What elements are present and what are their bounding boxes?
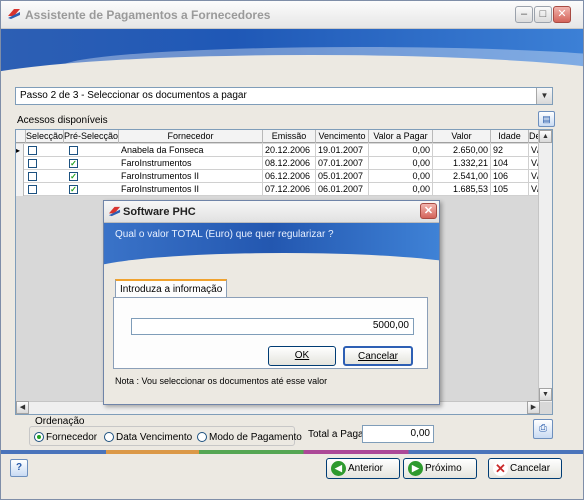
next-button[interactable]: ▶ Próximo: [403, 458, 477, 479]
cell-valor: 1.685,53: [433, 183, 491, 196]
row-selector[interactable]: [16, 183, 24, 196]
help-button[interactable]: ?: [10, 459, 28, 477]
scroll-left-icon[interactable]: ◀: [16, 401, 29, 414]
col-header-idade[interactable]: Idade: [491, 130, 529, 143]
section-label: Acessos disponíveis: [17, 115, 108, 126]
cell-emissao: 20.12.2006: [263, 144, 316, 157]
row-selector[interactable]: [16, 170, 24, 183]
selecao-checkbox[interactable]: [28, 172, 37, 181]
cell-vencimento: 07.01.2007: [316, 157, 369, 170]
selecao-checkbox[interactable]: [28, 146, 37, 155]
print-icon[interactable]: ⎙: [533, 419, 553, 439]
total-field[interactable]: 0,00: [362, 425, 434, 443]
dialog-cancel-button[interactable]: Cancelar: [343, 346, 413, 366]
step-dropdown[interactable]: Passo 2 de 3 - Seleccionar os documentos…: [15, 87, 553, 105]
table-row[interactable]: ▸ Anabela da Fonseca 20.12.2006 19.01.2007 0…: [16, 144, 552, 157]
tab-introduza-informacao[interactable]: Introduza a informação: [115, 279, 228, 298]
selecao-checkbox[interactable]: [28, 185, 37, 194]
cell-valor-a-pagar: 0,00: [369, 170, 433, 183]
col-header-valor[interactable]: Valor: [433, 130, 491, 143]
dialog-title-bar: Software PHC ✕: [104, 201, 439, 223]
cell-idade: 92: [491, 144, 529, 157]
cell-vencimento: 06.01.2007: [316, 183, 369, 196]
title-bar: Assistente de Pagamentos a Fornecedores …: [1, 1, 583, 29]
chevron-down-icon[interactable]: ▼: [536, 88, 552, 104]
footer-stripe: [1, 450, 583, 454]
pre-selecao-checkbox[interactable]: ✓: [69, 159, 78, 168]
cell-valor-a-pagar: 0,00: [369, 183, 433, 196]
grid-options-icon[interactable]: ▤: [538, 111, 555, 127]
vertical-scrollbar[interactable]: ▲ ▼: [538, 130, 552, 402]
cell-vencimento: 05.01.2007: [316, 170, 369, 183]
pre-selecao-checkbox[interactable]: [69, 146, 78, 155]
radio-icon: [197, 432, 207, 442]
cell-emissao: 08.12.2006: [263, 157, 316, 170]
scroll-right-icon[interactable]: ▶: [527, 401, 540, 414]
amount-input[interactable]: 5000,00: [131, 318, 414, 335]
window-title: Assistente de Pagamentos a Fornecedores: [25, 8, 271, 22]
cell-vencimento: 19.01.2007: [316, 144, 369, 157]
cell-idade: 106: [491, 170, 529, 183]
col-header-pre-selecao[interactable]: Pré-Selecção: [64, 130, 119, 143]
radio-icon: [104, 432, 114, 442]
cell-emissao: 07.12.2006: [263, 183, 316, 196]
radio-data-vencimento[interactable]: Data Vencimento: [104, 432, 192, 443]
close-button[interactable]: ✕: [553, 6, 571, 23]
col-header-selecao[interactable]: Selecção: [26, 130, 64, 143]
col-header-fornecedor[interactable]: Fornecedor: [119, 130, 263, 143]
table-row[interactable]: ✓ FaroInstrumentos 08.12.2006 07.01.2007 0,0…: [16, 157, 552, 170]
selecao-checkbox[interactable]: [28, 159, 37, 168]
minimize-button[interactable]: –: [515, 6, 533, 23]
table-row[interactable]: ✓ FaroInstrumentos II 07.12.2006 06.01.2007…: [16, 183, 552, 196]
x-icon: ✕: [493, 461, 508, 476]
dialog-title: Software PHC: [123, 206, 196, 218]
phc-logo-icon: [108, 206, 121, 217]
col-header-vencimento[interactable]: Vencimento: [316, 130, 369, 143]
cell-idade: 104: [491, 157, 529, 170]
radio-modo-pagamento[interactable]: Modo de Pagamento: [197, 432, 302, 443]
dialog-note: Nota : Vou seleccionar os documentos até…: [115, 376, 328, 386]
maximize-button[interactable]: □: [534, 6, 552, 23]
arrow-left-icon: ◀: [331, 461, 346, 476]
dialog-question: Qual o valor TOTAL (Euro) que quer regul…: [115, 229, 334, 240]
cell-valor: 2.541,00: [433, 170, 491, 183]
cell-valor: 1.332,21: [433, 157, 491, 170]
cell-fornecedor: FaroInstrumentos II: [119, 170, 263, 183]
dialog-close-button[interactable]: ✕: [420, 203, 437, 219]
arrow-right-icon: ▶: [408, 461, 423, 476]
cell-idade: 105: [491, 183, 529, 196]
total-label: Total a Pagar: [308, 429, 367, 440]
radio-fornecedor[interactable]: Fornecedor: [34, 432, 97, 443]
scroll-down-icon[interactable]: ▼: [539, 388, 552, 401]
ordering-group: Fornecedor Data Vencimento Modo de Pagam…: [29, 426, 302, 446]
scroll-up-icon[interactable]: ▲: [539, 130, 552, 143]
cell-emissao: 06.12.2006: [263, 170, 316, 183]
previous-button[interactable]: ◀ Anterior: [326, 458, 400, 479]
cell-valor: 2.650,00: [433, 144, 491, 157]
cell-valor-a-pagar: 0,00: [369, 144, 433, 157]
cell-fornecedor: FaroInstrumentos: [119, 157, 263, 170]
dialog-banner: Qual o valor TOTAL (Euro) que quer regul…: [104, 223, 439, 273]
header-banner: [1, 29, 583, 77]
step-dropdown-value: Passo 2 de 3 - Seleccionar os documentos…: [20, 90, 247, 101]
pre-selecao-checkbox[interactable]: ✓: [69, 172, 78, 181]
ok-button[interactable]: OK: [268, 346, 336, 366]
row-selector[interactable]: ▸: [16, 144, 24, 157]
table-row[interactable]: ✓ FaroInstrumentos II 06.12.2006 05.01.2007…: [16, 170, 552, 183]
grid-header: Selecção Pré-Selecção Fornecedor Emissão…: [16, 130, 552, 143]
phc-logo-icon: [8, 9, 20, 19]
col-header-emissao[interactable]: Emissão: [263, 130, 316, 143]
radio-selected-icon: [34, 432, 44, 442]
col-header-valor-a-pagar[interactable]: Valor a Pagar: [369, 130, 433, 143]
cell-valor-a-pagar: 0,00: [369, 157, 433, 170]
cancel-button[interactable]: ✕ Cancelar: [488, 458, 562, 479]
pre-selecao-checkbox[interactable]: ✓: [69, 185, 78, 194]
cell-fornecedor: Anabela da Fonseca: [119, 144, 263, 157]
row-selector[interactable]: [16, 157, 24, 170]
cell-fornecedor: FaroInstrumentos II: [119, 183, 263, 196]
